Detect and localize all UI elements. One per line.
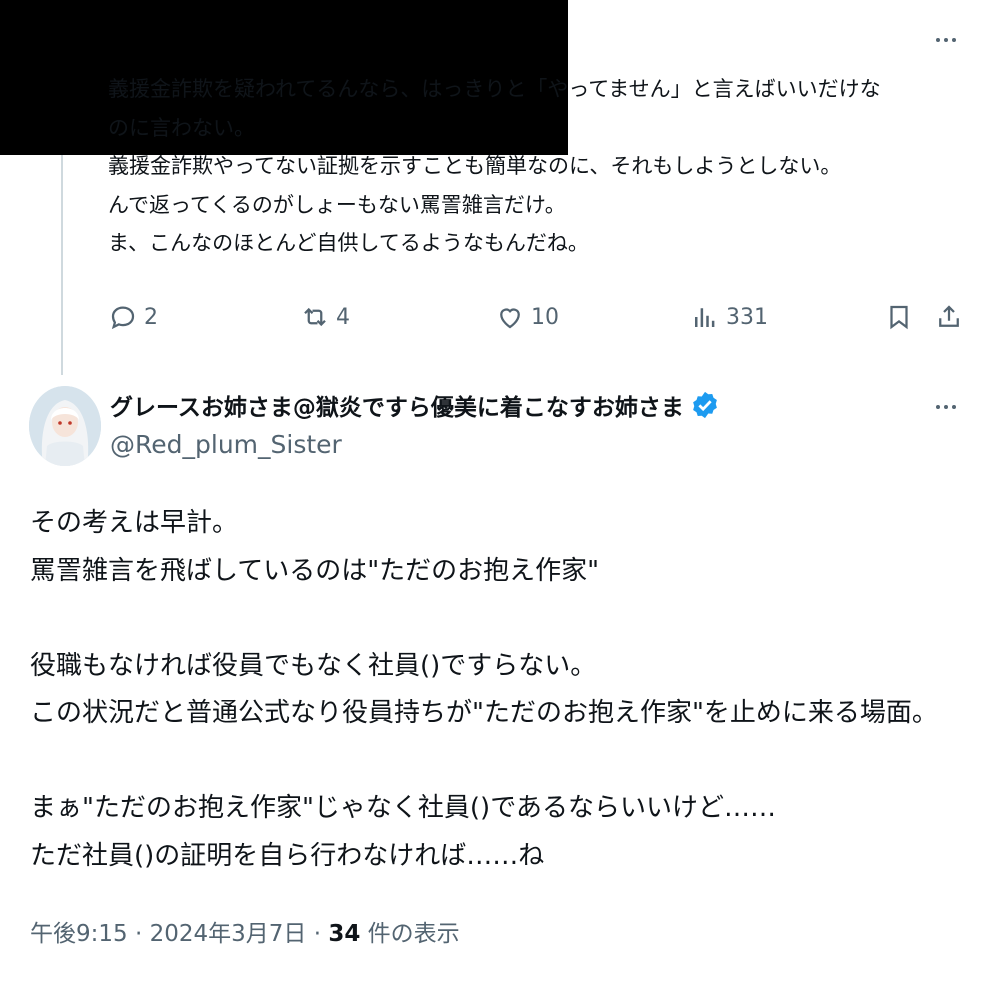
like-count: 10 — [531, 304, 559, 330]
author-name-row[interactable]: グレースお姉さま@獄炎ですら優美に着こなすお姉さま — [110, 388, 720, 422]
post-line: 罵詈雑言を飛ばしているのは"ただのお抱え作家" — [30, 555, 600, 586]
views-button[interactable]: 331 — [690, 302, 768, 332]
bookmark-button[interactable] — [884, 302, 914, 332]
reply-action-bar: 2 4 10 331 — [0, 302, 988, 342]
reply-line: 義援金詐欺やってない証拠を示すことも簡単なのに、それもしようとしない。 — [108, 154, 842, 178]
more-options-icon[interactable] — [936, 38, 956, 42]
post-metadata: 午後9:15 · 2024年3月7日 · 34 件の表示 — [30, 914, 460, 948]
meta-separator: · — [134, 921, 143, 947]
reply-line: んで返ってくるのがしょーもない罵詈雑言だけ。 — [108, 192, 566, 217]
reply-button[interactable]: 2 — [108, 302, 158, 332]
repost-icon — [304, 307, 326, 327]
more-options-icon[interactable] — [936, 405, 956, 409]
post-line — [30, 738, 970, 786]
views-icon — [695, 308, 715, 327]
repost-count: 4 — [336, 304, 350, 330]
share-icon — [939, 305, 959, 327]
avatar[interactable] — [29, 386, 101, 466]
handle[interactable]: @Red_plum_Sister — [110, 430, 342, 459]
avatar-illustration — [29, 386, 101, 466]
post-line — [30, 595, 970, 643]
repost-button[interactable]: 4 — [300, 302, 350, 332]
like-icon — [500, 308, 520, 329]
post-line: 役職もなければ役員でもなく社員()ですらない。 — [30, 650, 597, 681]
share-button[interactable] — [934, 302, 964, 332]
display-name[interactable]: グレースお姉さま@獄炎ですら優美に着こなすお姉さま — [110, 388, 684, 422]
post-date[interactable]: 2024年3月7日 — [150, 921, 307, 947]
reply-line: のに言わない。 — [108, 115, 255, 140]
post-time[interactable]: 午後9:15 — [30, 921, 128, 947]
reply-count: 2 — [144, 304, 158, 330]
reply-line: ま、こんなのほとんど自供してるようなもんだね。 — [108, 231, 589, 255]
post-views-label: 件の表示 — [367, 921, 460, 947]
meta-separator: · — [313, 921, 322, 947]
views-count: 331 — [726, 304, 768, 330]
post-line: この状況だと普通公式なり役員持ちが"ただのお抱え作家"を止めに来る場面。 — [30, 698, 938, 728]
post-line: その考えは早計。 — [30, 508, 239, 538]
post-views-count: 34 — [328, 921, 361, 947]
reply-tweet-text: 義援金詐欺を疑われてるんなら、はっきりと「やってません」と言えばいいだけな のに… — [108, 70, 968, 263]
reply-icon — [111, 306, 135, 330]
post-text: その考えは早計。 罵詈雑言を飛ばしているのは"ただのお抱え作家" 役職もなければ… — [30, 500, 970, 880]
bookmark-icon — [890, 305, 908, 330]
post-line: まぁ"ただのお抱え作家"じゃなく社員()であるならいいけど…… — [30, 793, 776, 823]
verified-icon — [692, 391, 717, 419]
post-line: ただ社員()の証明を自ら行わなければ……ね — [30, 840, 545, 871]
like-button[interactable]: 10 — [495, 302, 559, 332]
reply-line: 義援金詐欺を疑われてるんなら、はっきりと「やってません」と言えばいいだけな — [108, 77, 881, 101]
